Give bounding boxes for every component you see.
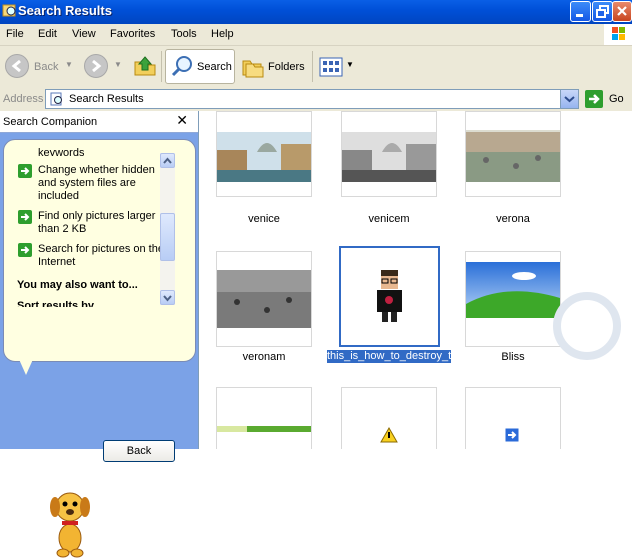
up-folder-icon[interactable] (133, 54, 157, 78)
option-search-internet-pictures[interactable]: Search for pictures on the Internet (18, 243, 164, 271)
companion-scrollbar[interactable] (160, 153, 175, 305)
maximize-button[interactable] (592, 1, 613, 22)
file-thumbnail[interactable] (216, 111, 312, 197)
forward-arrow-icon[interactable] (84, 54, 108, 78)
scroll-down-button[interactable] (160, 290, 175, 305)
file-thumbnail-partial[interactable] (216, 387, 312, 449)
search-window-icon (2, 4, 16, 17)
file-view: venice venicem verona veronam this_is_ho… (198, 111, 632, 449)
views-icon[interactable] (319, 56, 343, 78)
go-arrow-icon (585, 90, 603, 108)
search-results-icon (50, 92, 62, 106)
option-label: Search for pictures on the Internet (38, 243, 164, 268)
watermark-magnifier-icon (553, 292, 621, 360)
companion-close-icon[interactable]: ✕ (176, 112, 188, 129)
menu-view[interactable]: View (72, 28, 96, 40)
address-bar: Address Search Results Go (0, 88, 632, 112)
go-button[interactable]: Go (585, 89, 632, 109)
scroll-thumb[interactable] (160, 213, 175, 261)
green-arrow-icon (18, 210, 32, 224)
companion-back-button[interactable]: Back (103, 440, 175, 462)
option-label: Change whether hidden and system files a… (38, 164, 155, 202)
sort-results-partial[interactable]: Sort results by (17, 300, 94, 307)
menu-help[interactable]: Help (211, 28, 234, 40)
forward-dropdown-icon[interactable]: ▼ (114, 60, 122, 69)
back-dropdown-icon[interactable]: ▼ (65, 60, 73, 69)
option-larger-than-2kb[interactable]: Find only pictures larger than 2 KB (18, 210, 163, 238)
option-label: Find only pictures larger than 2 KB (38, 210, 156, 235)
companion-header: Search Companion ✕ (0, 111, 198, 133)
file-thumbnail[interactable] (341, 111, 437, 197)
address-dropdown-button[interactable] (560, 90, 578, 108)
partial-image (217, 426, 311, 432)
shortcut-arrow-icon (504, 427, 520, 443)
back-button-label[interactable]: Back (34, 61, 58, 73)
also-want-heading: You may also want to... (17, 279, 138, 291)
file-name[interactable]: venice (204, 213, 324, 226)
title-bar[interactable]: Search Results (0, 0, 632, 24)
magnifier-icon (171, 56, 192, 77)
close-button[interactable] (612, 1, 632, 22)
file-name[interactable]: venicem (329, 213, 449, 226)
verona-image (466, 130, 560, 182)
menu-favorites[interactable]: Favorites (110, 28, 155, 40)
file-thumbnail-partial[interactable] (341, 387, 437, 449)
file-thumbnail-partial[interactable] (465, 387, 561, 449)
green-arrow-icon (18, 164, 32, 178)
views-dropdown-icon[interactable]: ▼ (346, 60, 354, 69)
companion-partial-text: keywords (38, 148, 85, 156)
file-thumbnail-selected[interactable] (339, 246, 440, 347)
avatar-image (377, 270, 402, 322)
rover-dog-icon (50, 492, 90, 558)
option-hidden-system-files[interactable]: Change whether hidden and system files a… (18, 164, 163, 206)
balloon-tail (18, 357, 34, 375)
green-arrow-icon (18, 243, 32, 257)
menu-tools[interactable]: Tools (171, 28, 197, 40)
search-button-label: Search (197, 61, 232, 73)
folders-button-label[interactable]: Folders (268, 61, 305, 73)
address-value: Search Results (69, 93, 144, 105)
venicem-image (342, 132, 436, 182)
companion-title: Search Companion (3, 116, 98, 128)
scroll-up-button[interactable] (160, 153, 175, 168)
address-input[interactable]: Search Results (45, 89, 579, 109)
file-thumbnail[interactable] (465, 111, 561, 197)
file-name[interactable]: verona (453, 213, 573, 226)
venice-image (217, 132, 311, 182)
search-button[interactable]: Search (165, 49, 235, 84)
go-label: Go (609, 93, 624, 105)
minimize-button[interactable] (570, 1, 591, 22)
veronam-image (217, 270, 311, 328)
window-title: Search Results (18, 3, 112, 18)
folders-icon[interactable] (241, 56, 265, 78)
search-companion-pane: Search Companion ✕ keywords Change wheth… (0, 111, 198, 558)
windows-logo-icon (604, 24, 632, 45)
back-arrow-icon[interactable] (5, 54, 29, 78)
file-name-selected[interactable]: this_is_how_to_destroy_troy (327, 350, 466, 363)
menu-file[interactable]: File (6, 28, 24, 40)
menu-edit[interactable]: Edit (38, 28, 57, 40)
menu-bar: File Edit View Favorites Tools Help (0, 24, 632, 46)
address-label: Address (3, 93, 44, 105)
warning-icon (380, 426, 398, 443)
toolbar: Back ▼ ▼ Search Folders ▼ (0, 46, 632, 89)
file-name[interactable]: veronam (204, 351, 324, 364)
file-thumbnail[interactable] (216, 251, 312, 347)
